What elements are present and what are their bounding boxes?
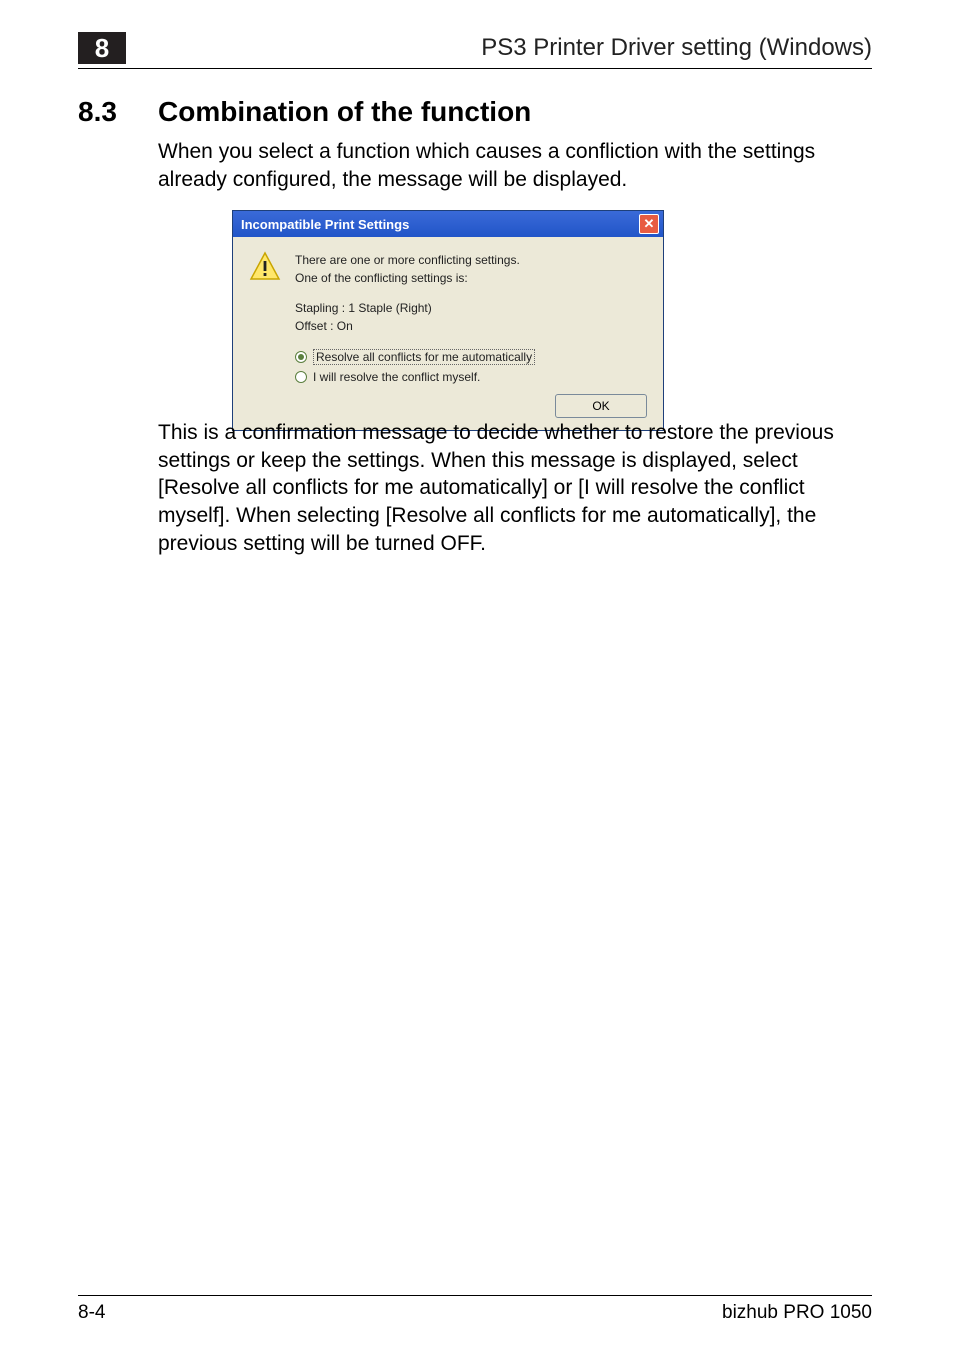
dialog-conflict-details: Stapling : 1 Staple (Right) Offset : On [295, 299, 647, 335]
radio-label-myself: I will resolve the conflict myself. [313, 370, 480, 384]
dialog-button-row: OK [249, 394, 647, 418]
radio-resolve-myself[interactable]: I will resolve the conflict myself. [295, 370, 647, 384]
header-rule [78, 68, 872, 69]
dialog-title: Incompatible Print Settings [241, 217, 409, 232]
page-header: 8 PS3 Printer Driver setting (Windows) [0, 32, 954, 72]
footer-page-number: 8-4 [78, 1302, 105, 1324]
radio-indicator-icon [295, 351, 307, 363]
radio-label-auto: Resolve all conflicts for me automatical… [313, 349, 535, 365]
close-button[interactable]: ✕ [639, 214, 659, 234]
section-number: 8.3 [78, 96, 158, 128]
footer-product-name: bizhub PRO 1050 [722, 1302, 872, 1324]
conflict-line-1: Stapling : 1 Staple (Right) [295, 299, 647, 317]
ok-button[interactable]: OK [555, 394, 647, 418]
chapter-number-tab: 8 [78, 32, 126, 64]
dialog-message-line1: There are one or more conflicting settin… [295, 251, 520, 269]
running-header-title: PS3 Printer Driver setting (Windows) [481, 34, 872, 62]
radio-resolve-automatically[interactable]: Resolve all conflicts for me automatical… [295, 349, 647, 365]
warning-icon [249, 251, 281, 283]
conflict-line-2: Offset : On [295, 317, 647, 335]
dialog-titlebar: Incompatible Print Settings ✕ [233, 211, 663, 237]
incompatible-settings-dialog: Incompatible Print Settings ✕ There are … [232, 210, 664, 431]
section-title: Combination of the function [158, 96, 531, 128]
dialog-radio-group: Resolve all conflicts for me automatical… [295, 349, 647, 384]
dialog-body: There are one or more conflicting settin… [233, 237, 663, 430]
intro-paragraph: When you select a function which causes … [158, 138, 872, 195]
page: 8 PS3 Printer Driver setting (Windows) 8… [0, 0, 954, 1358]
dialog-message-text: There are one or more conflicting settin… [295, 251, 520, 287]
dialog-message-row: There are one or more conflicting settin… [249, 251, 647, 287]
section-heading: 8.3 Combination of the function [78, 96, 872, 128]
followup-paragraph: This is a confirmation message to decide… [158, 419, 872, 558]
dialog-message-line2: One of the conflicting settings is: [295, 269, 520, 287]
radio-indicator-icon [295, 371, 307, 383]
footer-rule [78, 1295, 872, 1296]
